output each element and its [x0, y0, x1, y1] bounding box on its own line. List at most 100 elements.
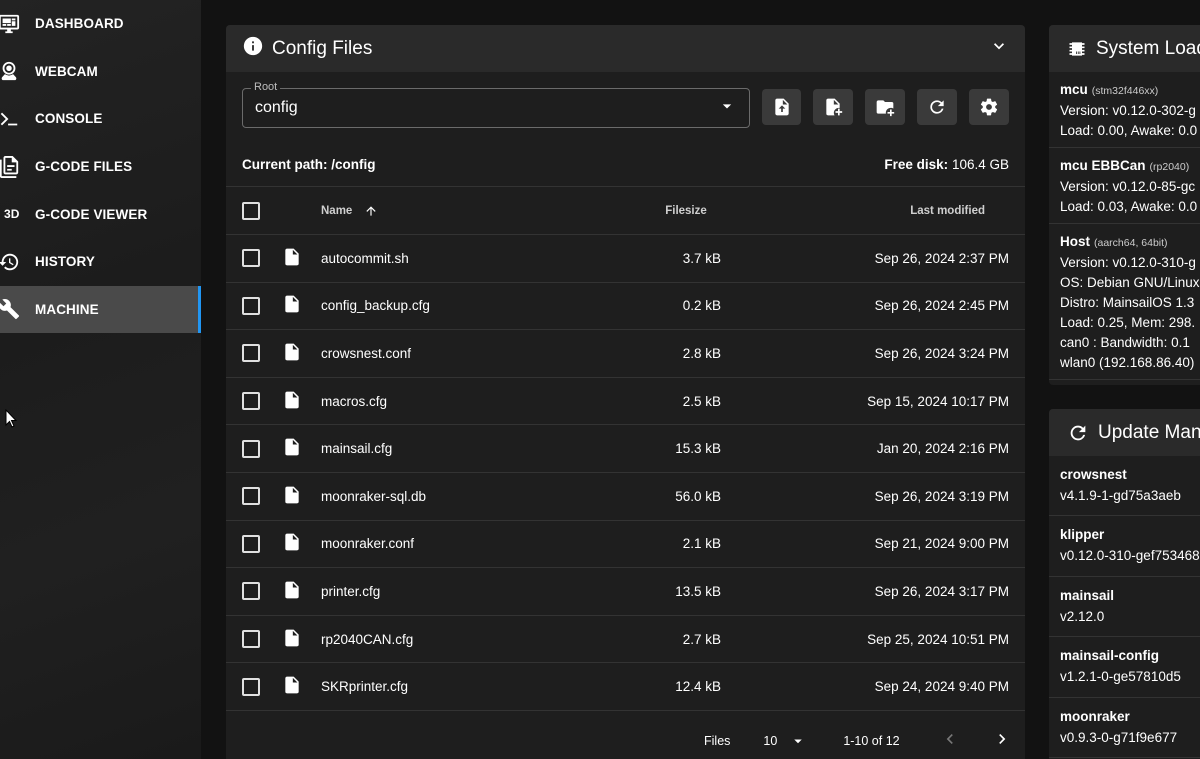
- table-row[interactable]: printer.cfg 13.5 kB Sep 26, 2024 3:17 PM: [226, 567, 1025, 616]
- file-size: 12.4 kB: [611, 662, 721, 711]
- webcam-icon: [0, 60, 35, 82]
- file-icon: [282, 248, 302, 270]
- file-name[interactable]: mainsail.cfg: [321, 424, 611, 473]
- file-icon: [282, 534, 302, 555]
- sidebar-item-dashboard[interactable]: DASHBOARD: [0, 0, 201, 48]
- upload-file-button[interactable]: [761, 89, 802, 125]
- file-modified: Jan 20, 2024 2:16 PM: [721, 424, 1025, 473]
- file-name[interactable]: autocommit.sh: [321, 234, 611, 283]
- table-row[interactable]: moonraker-sql.db 56.0 kB Sep 26, 2024 3:19…: [226, 472, 1025, 521]
- sidebar-item-label: WEBCAM: [35, 63, 98, 79]
- sidebar-item-history[interactable]: HISTORY: [0, 238, 201, 286]
- free-disk-label: Free disk:: [884, 156, 949, 172]
- table-row[interactable]: macros.cfg 2.5 kB Sep 15, 2024 10:17 PM: [226, 377, 1025, 426]
- file-size: 15.3 kB: [611, 424, 721, 473]
- table-row[interactable]: mainsail.cfg 15.3 kB Jan 20, 2024 2:16 PM: [226, 424, 1025, 473]
- refresh-icon: [1070, 425, 1086, 440]
- file-document-multiple-icon: [0, 155, 35, 178]
- update-manager-header[interactable]: Update Man: [1049, 409, 1200, 456]
- table-row[interactable]: crowsnest.conf 2.8 kB Sep 26, 2024 3:24 PM: [226, 329, 1025, 378]
- history-icon: [0, 251, 35, 273]
- files-table: Name Filesize Last modified autocommit.s…: [226, 186, 1025, 711]
- update-item: mainsail v2.12.0: [1049, 577, 1200, 638]
- file-size: 2.8 kB: [611, 329, 721, 378]
- system-load-line: Load: 0.03, Awake: 0.0: [1060, 199, 1198, 214]
- update-item-version: v0.9.3-0-g71f9e677: [1060, 729, 1178, 745]
- system-load-line: Load: 0.00, Awake: 0.0: [1060, 123, 1198, 138]
- file-size: 13.5 kB: [611, 567, 721, 616]
- file-name[interactable]: macros.cfg: [321, 377, 611, 426]
- sidebar-item-console[interactable]: CONSOLE: [0, 95, 201, 143]
- arrow-up-icon: [365, 205, 376, 216]
- mcu-chip: (rp2040): [1149, 161, 1190, 173]
- sidebar-item-machine[interactable]: MACHINE: [0, 285, 201, 334]
- file-name[interactable]: crowsnest.conf: [321, 329, 611, 378]
- row-checkbox[interactable]: [242, 439, 260, 458]
- file-size: 2.1 kB: [611, 520, 721, 569]
- row-checkbox[interactable]: [242, 296, 260, 315]
- update-manager-title: Update Man: [1098, 421, 1200, 443]
- caret-down-icon: [794, 739, 803, 744]
- config-files-header[interactable]: Config Files: [226, 25, 1025, 72]
- row-checkbox[interactable]: [242, 630, 260, 649]
- 3d-icon: 3D: [4, 207, 20, 222]
- update-item: crowsnest v4.1.9-1-gd75a3aeb: [1049, 456, 1200, 517]
- column-header-name[interactable]: Name: [321, 186, 611, 235]
- row-checkbox[interactable]: [242, 677, 260, 696]
- pagination-range: 1-10 of 12: [843, 733, 900, 748]
- file-name[interactable]: moonraker.conf: [321, 520, 611, 569]
- sidebar-item-webcam[interactable]: WEBCAM: [0, 48, 201, 96]
- table-row[interactable]: rp2040CAN.cfg 2.7 kB Sep 25, 2024 10:51 PM: [226, 615, 1025, 664]
- column-header-last-modified[interactable]: Last modified: [721, 186, 1025, 235]
- info-icon: [242, 35, 264, 62]
- file-modified: Sep 26, 2024 3:24 PM: [721, 329, 1025, 378]
- sidebar-item-gcode-viewer[interactable]: 3D G-CODE VIEWER: [0, 190, 201, 238]
- system-load-block: mcu (stm32f446xx) Version: v0.12.0-302-g Lo…: [1049, 72, 1200, 148]
- root-select-label: Root: [251, 81, 281, 93]
- row-checkbox[interactable]: [242, 344, 260, 363]
- create-folder-button[interactable]: [865, 89, 906, 125]
- file-modified: Sep 24, 2024 9:40 PM: [721, 662, 1025, 711]
- table-row[interactable]: config_backup.cfg 0.2 kB Sep 26, 2024 2:45…: [226, 282, 1025, 331]
- row-checkbox[interactable]: [242, 487, 260, 506]
- row-checkbox[interactable]: [242, 534, 260, 553]
- system-load-line: wlan0 (192.168.86.40): [1060, 355, 1195, 370]
- system-load-line: Distro: MainsailOS 1.3: [1060, 295, 1195, 310]
- system-load-title: System Load: [1096, 37, 1200, 59]
- sidebar-item-label: HISTORY: [35, 254, 95, 270]
- file-name[interactable]: moonraker-sql.db: [321, 472, 611, 521]
- file-name[interactable]: printer.cfg: [321, 567, 611, 616]
- file-plus-icon: [826, 98, 843, 116]
- monitor-dashboard-icon: [0, 13, 35, 35]
- create-file-button[interactable]: [813, 89, 854, 125]
- table-row[interactable]: moonraker.conf 2.1 kB Sep 21, 2024 9:00 PM: [226, 520, 1025, 569]
- root-select[interactable]: Root config: [242, 81, 750, 128]
- table-row[interactable]: autocommit.sh 3.7 kB Sep 26, 2024 2:37 PM: [226, 234, 1025, 283]
- row-checkbox[interactable]: [242, 582, 260, 601]
- table-row[interactable]: SKRprinter.cfg 12.4 kB Sep 24, 2024 9:40 P…: [226, 662, 1025, 711]
- table-header-row: Name Filesize Last modified: [226, 186, 1025, 235]
- folder-plus-icon: [876, 100, 895, 117]
- row-checkbox[interactable]: [242, 392, 260, 411]
- update-item-name: moonraker: [1060, 708, 1130, 724]
- caret-down-icon: [717, 96, 737, 121]
- previous-page-button[interactable]: [940, 729, 960, 752]
- file-name[interactable]: rp2040CAN.cfg: [321, 615, 611, 664]
- refresh-button[interactable]: [917, 89, 958, 125]
- file-size: 2.5 kB: [611, 377, 721, 426]
- file-name[interactable]: config_backup.cfg: [321, 282, 611, 331]
- sidebar-item-gcode-files[interactable]: G-CODE FILES: [0, 143, 201, 191]
- sidebar-item-label: CONSOLE: [35, 111, 103, 127]
- system-load-line: Version: v0.12.0-310-g: [1060, 255, 1196, 270]
- next-page-button[interactable]: [992, 729, 1012, 752]
- system-load-block: Host (aarch64, 64bit) Version: v0.12.0-310…: [1049, 224, 1200, 380]
- column-header-filesize[interactable]: Filesize: [611, 186, 721, 235]
- row-checkbox[interactable]: [242, 249, 260, 268]
- select-all-checkbox[interactable]: [242, 201, 260, 220]
- file-name[interactable]: SKRprinter.cfg: [321, 662, 611, 711]
- settings-button[interactable]: [969, 89, 1010, 125]
- system-load-header[interactable]: System Load: [1049, 25, 1200, 72]
- refresh-icon: [930, 100, 944, 114]
- per-page-select[interactable]: 10: [763, 732, 807, 750]
- chevron-down-icon[interactable]: [989, 36, 1009, 61]
